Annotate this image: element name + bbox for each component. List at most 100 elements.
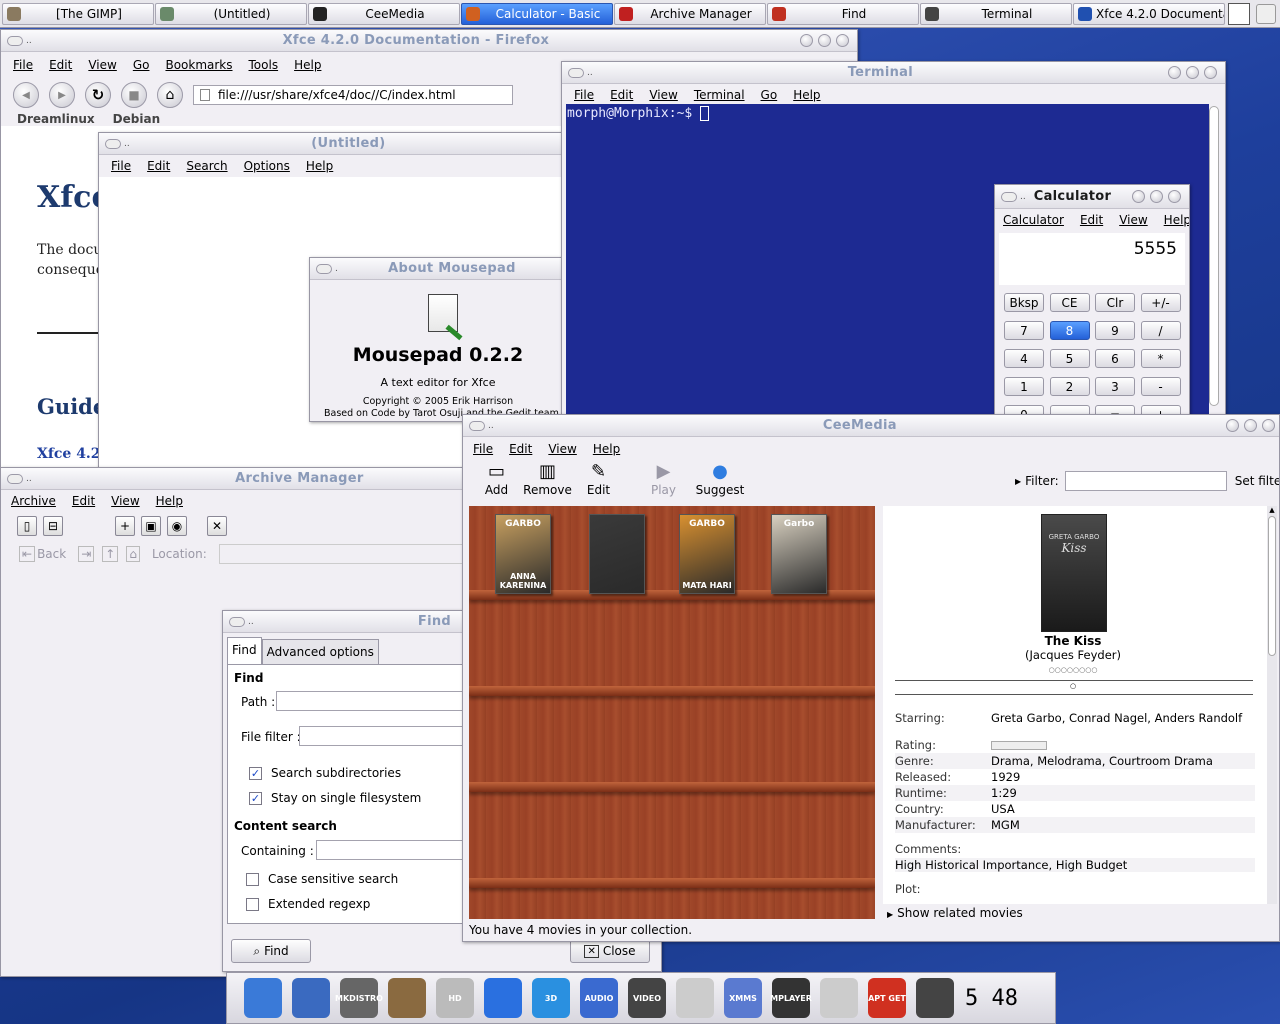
extended-regexp-checkbox[interactable] (246, 898, 259, 911)
menu-file[interactable]: File (13, 58, 33, 72)
stop-icon[interactable]: ✕ (207, 516, 227, 536)
menu-help[interactable]: Help (306, 159, 333, 173)
cd-icon[interactable] (820, 978, 858, 1018)
close-button[interactable] (836, 34, 849, 47)
menu-view[interactable]: View (1119, 213, 1147, 227)
menu-view[interactable]: View (111, 494, 139, 508)
window-menu-button[interactable] (1001, 191, 1017, 202)
minimize-button[interactable] (1168, 66, 1181, 79)
window-menu-button[interactable] (7, 473, 23, 484)
menu-help[interactable]: Help (1164, 213, 1189, 227)
audio-icon[interactable]: AUDIO (580, 978, 618, 1018)
window-menu-button[interactable] (316, 263, 332, 274)
xmms-icon[interactable]: XMMS (724, 978, 762, 1018)
menu-help[interactable]: Help (156, 494, 183, 508)
minimize-button[interactable] (800, 34, 813, 47)
related-movies-expander[interactable]: ▶ Show related movies (887, 906, 1023, 920)
window-menu-button[interactable] (568, 67, 584, 78)
reload-icon[interactable]: ↻ (85, 82, 111, 108)
menu-go[interactable]: Go (761, 88, 778, 102)
calc-key-8[interactable]: 8 (1049, 321, 1090, 340)
minimize-button[interactable] (1132, 190, 1145, 203)
close-button[interactable]: ✕ Close (570, 939, 650, 963)
path-input[interactable] (276, 691, 476, 711)
menu-search[interactable]: Search (186, 159, 227, 173)
tab-find[interactable]: Find (227, 637, 262, 665)
maximize-button[interactable] (818, 34, 831, 47)
terminal-titlebar[interactable]: .. Terminal (562, 62, 1225, 84)
calc-key-1[interactable]: 1 (1004, 377, 1044, 396)
calc-key-bksp[interactable]: Bksp (1004, 293, 1044, 312)
show-desktop-icon[interactable] (1228, 3, 1250, 25)
menu-file[interactable]: File (574, 88, 594, 102)
back-icon[interactable]: ◀ (13, 82, 39, 108)
window-menu-button[interactable] (229, 616, 245, 627)
window-menu-button[interactable] (469, 420, 485, 431)
menu-archive[interactable]: Archive (11, 494, 56, 508)
3d-icon[interactable]: 3D (532, 978, 570, 1018)
scroll-up-icon[interactable]: ▲ (1267, 506, 1277, 514)
bookmark-dreamlinux[interactable]: Dreamlinux (17, 112, 95, 126)
calc-key-clr[interactable]: Clr (1095, 293, 1135, 312)
menu-help[interactable]: Help (593, 442, 620, 456)
add-files-icon[interactable]: + (115, 516, 135, 536)
tab-advanced-options[interactable]: Advanced options (261, 639, 379, 665)
doc-link[interactable]: Xfce 4.2 (37, 446, 101, 462)
ceemedia-titlebar[interactable]: .. CeeMedia (463, 415, 1279, 437)
toolbar-edit-button[interactable]: ✎ Edit (573, 461, 624, 497)
up-icon[interactable]: ⇥ (78, 546, 95, 562)
calc-key-key13[interactable]: / (1140, 321, 1181, 340)
menu-edit[interactable]: Edit (610, 88, 633, 102)
mplayer-icon[interactable]: MPLAYER (770, 978, 812, 1018)
menu-help[interactable]: Help (793, 88, 820, 102)
menu-view[interactable]: View (649, 88, 677, 102)
filter-expander-icon[interactable]: ▶ (1015, 477, 1021, 486)
home-icon[interactable]: ⌂ (126, 546, 140, 562)
maximize-button[interactable] (1186, 66, 1199, 79)
set-filter-button[interactable]: Set filter (1235, 474, 1279, 488)
open-archive-icon[interactable]: ⊟ (43, 516, 63, 536)
taskbar-item-find[interactable]: Find (767, 2, 919, 25)
calc-key-7[interactable]: 7 (1004, 321, 1044, 340)
window-menu-button[interactable] (7, 35, 23, 46)
calc-key-ce[interactable]: CE (1049, 293, 1090, 312)
about-titlebar[interactable]: . About Mousepad (310, 258, 566, 280)
back-icon[interactable]: ⇤ (19, 546, 36, 562)
minimize-button[interactable] (1226, 419, 1239, 432)
parent-icon[interactable]: ↑ (102, 546, 119, 562)
bookmark-debian[interactable]: Debian (113, 112, 160, 126)
menu-tools[interactable]: Tools (249, 58, 279, 72)
home-icon[interactable] (244, 978, 282, 1018)
menu-help[interactable]: Help (294, 58, 321, 72)
calc-key-4[interactable]: 4 (1004, 349, 1044, 368)
calc-key-key03[interactable]: +/- (1140, 293, 1181, 312)
menu-edit[interactable]: Edit (49, 58, 72, 72)
menu-bookmarks[interactable]: Bookmarks (165, 58, 232, 72)
firefox-titlebar[interactable]: .. Xfce 4.2.0 Documentation - Firefox (1, 30, 857, 52)
toolbar-add-button[interactable]: ▭ Add (471, 461, 522, 497)
network-icon[interactable] (292, 978, 330, 1018)
taskbar-item-xfce-4-2-0-documentation[interactable]: Xfce 4.2.0 Documentation (1073, 2, 1225, 25)
menu-options[interactable]: Options (244, 159, 290, 173)
mousepad-titlebar[interactable]: .. (Untitled) (99, 133, 567, 155)
hd-icon[interactable]: HD (436, 978, 474, 1018)
calc-key-6[interactable]: 6 (1095, 349, 1135, 368)
scroll-thumb[interactable] (1268, 516, 1276, 656)
calculator-titlebar[interactable]: .. Calculator (995, 185, 1189, 209)
calc-key-3[interactable]: 3 (1095, 377, 1135, 396)
menu-calculator[interactable]: Calculator (1003, 213, 1064, 227)
stop-icon[interactable]: ■ (121, 82, 147, 108)
close-button[interactable] (1168, 190, 1181, 203)
back-button[interactable]: Back (37, 547, 66, 561)
menu-edit[interactable]: Edit (1080, 213, 1103, 227)
taskbar-item-ceemedia[interactable]: CeeMedia (308, 2, 460, 25)
forward-icon[interactable]: ▶ (49, 82, 75, 108)
terminal-scrollbar[interactable] (1209, 106, 1219, 406)
menu-edit[interactable]: Edit (72, 494, 95, 508)
mkdistro-icon[interactable]: MKDISTRO (335, 978, 383, 1018)
menu-go[interactable]: Go (133, 58, 150, 72)
close-button[interactable] (1262, 419, 1275, 432)
extract-icon[interactable]: ◉ (167, 516, 187, 536)
case-sensitive-checkbox[interactable] (246, 873, 259, 886)
apt-get-icon[interactable]: APT GET (868, 978, 906, 1018)
